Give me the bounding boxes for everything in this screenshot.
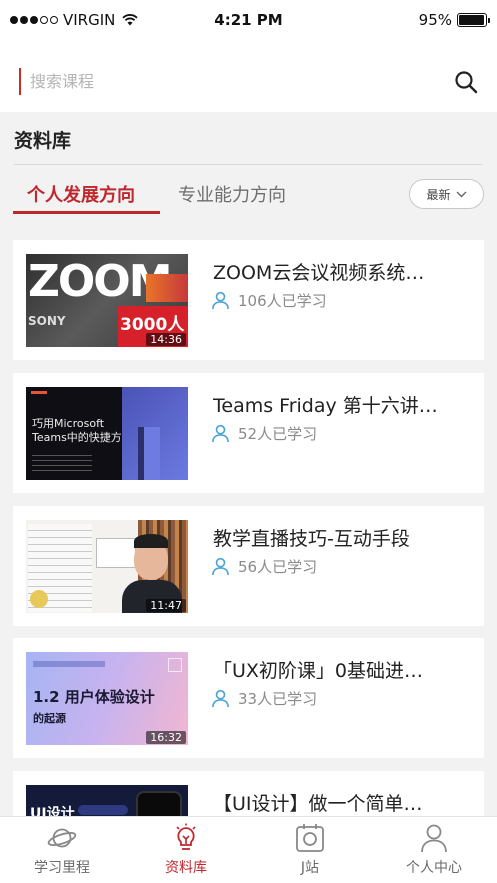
video-duration: 16:32: [146, 731, 186, 744]
thumbnail-decoration: [146, 274, 188, 302]
sort-dropdown[interactable]: 最新: [409, 179, 484, 209]
search-bar: [0, 40, 497, 112]
planet-icon: [47, 828, 77, 848]
course-thumbnail: 1.2 用户体验设计 的起源 16:32: [26, 652, 188, 745]
course-title[interactable]: 【UI设计】做一个简单…: [213, 789, 463, 816]
course-card[interactable]: 巧用Microsoft Teams中的快捷方式 Teams Friday 第十六…: [13, 373, 484, 493]
learner-count: 52人已学习: [211, 423, 317, 444]
learner-count-text: 56人已学习: [238, 558, 318, 576]
thumbnail-decoration: [30, 590, 48, 608]
user-icon: [212, 689, 229, 708]
user-icon: [212, 424, 229, 443]
user-icon: [212, 291, 229, 310]
lightbulb-icon: [176, 823, 196, 850]
thumbnail-decoration: [134, 534, 168, 548]
battery-info: 95%: [418, 11, 490, 29]
nav-label: 学习里程: [34, 860, 90, 876]
course-title[interactable]: 「UX初阶课」0基础进…: [213, 656, 463, 683]
video-duration: 11:47: [146, 599, 186, 612]
search-icon[interactable]: [454, 70, 478, 94]
nav-item-j-station[interactable]: J站: [248, 817, 372, 883]
course-card[interactable]: ZOOM SONY 3000人 14:36 ZOOM云会议视频系统… 106人已…: [13, 240, 484, 360]
nav-item-library[interactable]: 资料库: [124, 817, 248, 883]
battery-percent: 95%: [418, 11, 452, 29]
tab-professional-skills[interactable]: 专业能力方向: [178, 181, 286, 207]
active-tab-indicator: [13, 211, 160, 214]
learner-count: 106人已学习: [211, 290, 327, 311]
battery-icon: [457, 13, 490, 27]
page-title: 资料库: [14, 130, 72, 152]
course-title[interactable]: Teams Friday 第十六讲…: [213, 391, 463, 418]
chevron-down-icon: [456, 191, 466, 197]
course-card[interactable]: 1.2 用户体验设计 的起源 16:32 「UX初阶课」0基础进… 33人已学习: [13, 638, 484, 758]
sort-label: 最新: [426, 187, 451, 202]
thumbnail-number: 3000人: [120, 315, 185, 335]
nav-label: 资料库: [165, 860, 207, 876]
learner-count: 33人已学习: [211, 688, 317, 709]
thumbnail-subtext: SONY: [28, 314, 66, 328]
learner-count-text: 52人已学习: [238, 425, 318, 443]
thumbnail-decoration: [31, 391, 47, 394]
user-icon: [212, 557, 229, 576]
thumbnail-decoration: [96, 538, 136, 568]
nav-item-learning-path[interactable]: 学习里程: [0, 817, 124, 883]
text-cursor: [19, 68, 21, 95]
battery-level: [459, 15, 484, 25]
thumbnail-decoration: [32, 455, 92, 473]
course-card[interactable]: 11:47 教学直播技巧-互动手段 56人已学习: [13, 506, 484, 626]
nav-label: J站: [300, 860, 320, 876]
thumbnail-decoration: [138, 427, 160, 480]
course-title[interactable]: ZOOM云会议视频系统…: [213, 258, 463, 285]
learner-count-text: 106人已学习: [238, 292, 327, 310]
thumbnail-headline: 巧用Microsoft Teams中的快捷方式: [32, 417, 133, 444]
nav-item-profile[interactable]: 个人中心: [372, 817, 496, 883]
status-bar: VIRGIN 4:21 PM 95%: [0, 0, 497, 40]
learner-count: 56人已学习: [211, 556, 317, 577]
video-duration: 14:36: [146, 333, 186, 346]
course-thumbnail: 11:47: [26, 520, 188, 613]
thumbnail-decoration: [168, 658, 182, 672]
search-input[interactable]: [30, 68, 430, 95]
category-tabs: 个人发展方向 专业能力方向 最新: [0, 165, 497, 220]
person-icon: [421, 824, 447, 853]
section-header: 资料库: [0, 112, 497, 165]
course-thumbnail: 巧用Microsoft Teams中的快捷方式: [26, 387, 188, 480]
course-thumbnail: ZOOM SONY 3000人 14:36: [26, 254, 188, 347]
thumbnail-headline: 1.2 用户体验设计: [33, 688, 155, 706]
thumbnail-subtext: 的起源: [33, 712, 66, 725]
learner-count-text: 33人已学习: [238, 690, 318, 708]
tab-personal-development[interactable]: 个人发展方向: [27, 181, 135, 207]
thumbnail-decoration: [33, 661, 105, 667]
course-title[interactable]: 教学直播技巧-互动手段: [213, 524, 463, 551]
thumbnail-decoration: [78, 805, 128, 815]
bottom-nav: 学习里程 资料库 J站 个人中心: [0, 816, 497, 883]
nav-label: 个人中心: [406, 860, 462, 876]
camera-icon: [296, 824, 324, 852]
